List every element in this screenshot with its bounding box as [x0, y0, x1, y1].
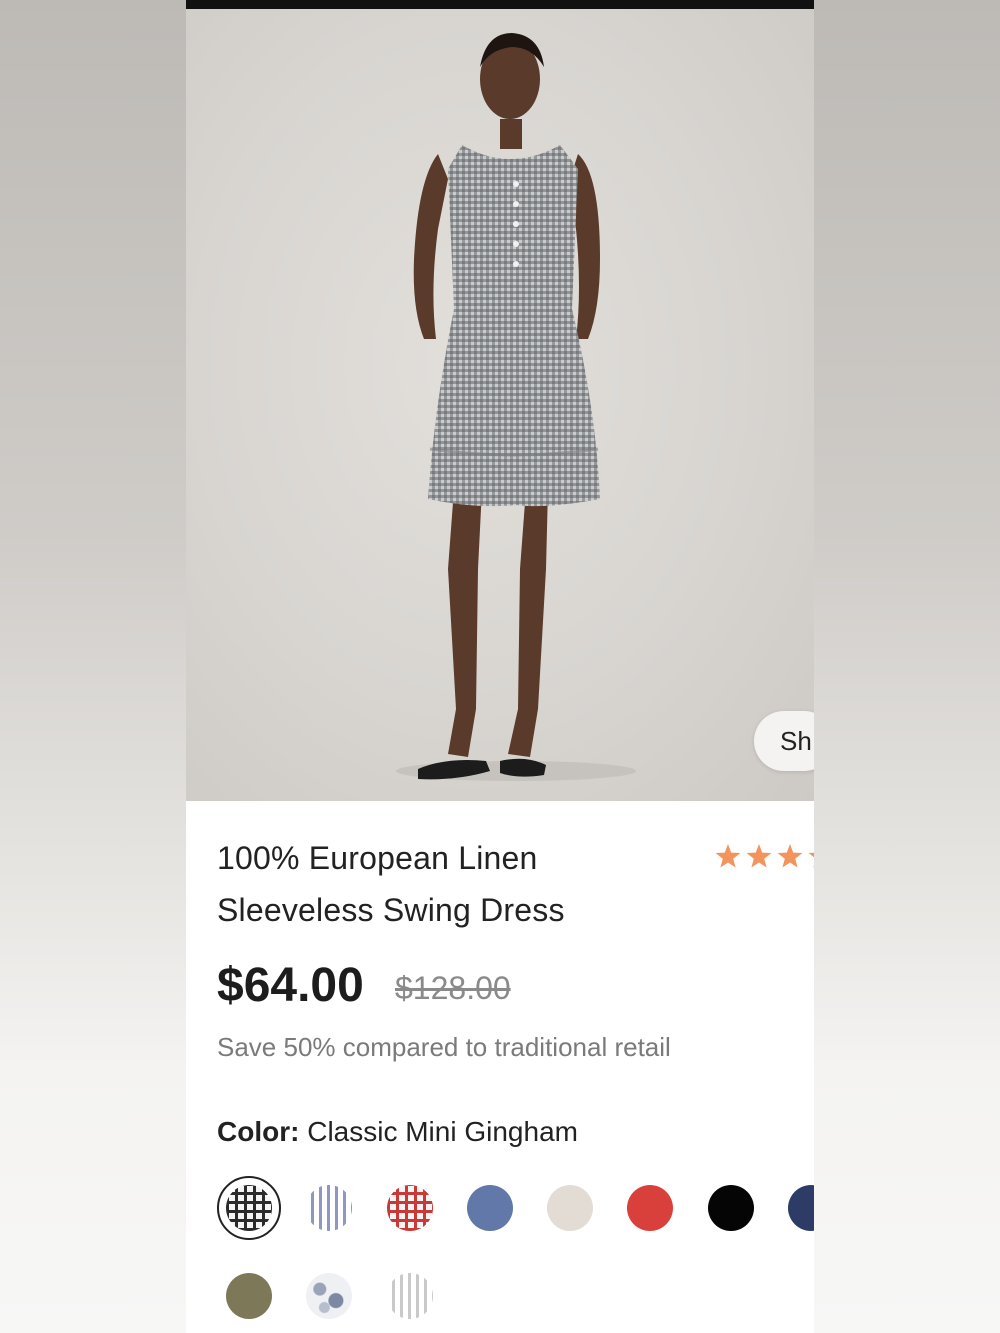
star-icon	[777, 844, 803, 868]
color-swatch[interactable]	[708, 1185, 754, 1231]
savings-text: Save 50% compared to traditional retail	[217, 1032, 671, 1062]
product-title-line1: 100% European Linen	[217, 840, 538, 876]
star-icon	[715, 844, 741, 868]
color-label-key: Color:	[217, 1116, 300, 1147]
sale-price: $64.00	[217, 959, 364, 1012]
color-swatch[interactable]	[226, 1185, 272, 1231]
color-swatch[interactable]	[467, 1185, 513, 1231]
color-swatch[interactable]	[387, 1185, 433, 1231]
status-bar	[186, 0, 814, 9]
share-button[interactable]: Sh	[754, 711, 814, 771]
color-swatch[interactable]	[627, 1185, 673, 1231]
color-swatch[interactable]	[547, 1185, 593, 1231]
product-image[interactable]: Sh	[186, 9, 814, 801]
model-photo	[396, 33, 636, 781]
star-icon	[746, 844, 772, 868]
color-label: Color: Classic Mini Gingham	[217, 1116, 578, 1148]
product-title: 100% European Linen Sleeveless Swing Dre…	[217, 832, 687, 936]
color-swatch[interactable]	[306, 1185, 352, 1231]
star-icon	[808, 852, 814, 868]
color-swatch[interactable]	[387, 1273, 433, 1319]
color-swatch[interactable]	[306, 1273, 352, 1319]
original-price: $128.00	[395, 970, 511, 1006]
color-swatch[interactable]	[226, 1273, 272, 1319]
selected-color-name: Classic Mini Gingham	[307, 1116, 578, 1147]
color-swatch[interactable]	[788, 1185, 814, 1231]
product-screen: Sh 100% European Linen Sleeveless Swing …	[186, 0, 814, 1333]
rating-stars[interactable]	[714, 840, 814, 874]
product-title-line2: Sleeveless Swing Dress	[217, 892, 565, 928]
